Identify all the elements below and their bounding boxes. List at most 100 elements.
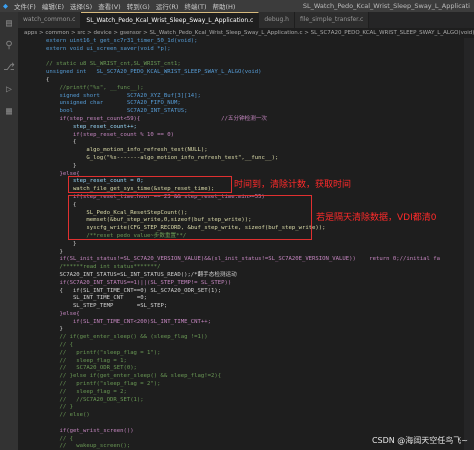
code-line: // }else if(get_enter_sleep() && sleep_f… <box>46 373 222 380</box>
menu-edit[interactable]: 编辑(E) <box>39 1 67 11</box>
menu-run[interactable]: 运行(R) <box>153 1 182 11</box>
code-editor[interactable]: extern uint16_t get_sc7r31_timer_50_1d(v… <box>18 38 464 450</box>
gutter-marker <box>18 389 44 397</box>
gutter-marker <box>18 381 44 389</box>
line-gutter <box>18 38 44 450</box>
code-line: extern uint16_t get_sc7r31_timer_50_1d(v… <box>46 38 198 44</box>
code-line: // SC7A20_ODR_SET(0); <box>46 365 137 372</box>
gutter-marker <box>18 69 44 77</box>
gutter-marker <box>18 443 44 450</box>
gutter-marker <box>18 303 44 311</box>
window-title: SL_Watch_Pedo_Kcal_Wrist_Sleep_Sway_L_Ap… <box>302 2 470 10</box>
gutter-marker <box>18 256 44 264</box>
code-line: // sleep_flag = 1; <box>46 357 127 364</box>
gutter-marker <box>18 326 44 334</box>
search-icon[interactable]: ⚲ <box>0 34 18 56</box>
gutter-marker <box>18 358 44 366</box>
menu-selection[interactable]: 选择(S) <box>67 1 95 11</box>
menu-terminal[interactable]: 终端(T) <box>181 1 209 11</box>
gutter-marker <box>18 264 44 272</box>
gutter-marker <box>18 373 44 381</box>
vscode-logo-icon: ◆ <box>3 2 8 10</box>
tab-application[interactable]: SL_Watch_Pedo_Kcal_Wrist_Sleep_Sway_L_Ap… <box>81 12 260 28</box>
menu-goto[interactable]: 转到(G) <box>124 1 153 11</box>
code-line: // static u8 SL_WRIST_cnt,SL_WRIST_cnt1; <box>46 61 181 68</box>
gutter-marker <box>18 186 44 194</box>
minimap[interactable] <box>464 38 474 450</box>
code-line: if(step_reset_count % 10 == 0) <box>46 131 174 138</box>
annotation-time-reset: 时间到，清除计数，获取时间 <box>234 180 352 190</box>
code-line: // else() <box>46 412 90 419</box>
code-line: { <box>46 76 50 83</box>
explorer-icon[interactable]: ▤ <box>0 12 18 34</box>
gutter-marker <box>18 93 44 101</box>
gutter-marker <box>18 397 44 405</box>
menu-file[interactable]: 文件(F) <box>11 1 39 11</box>
title-bar: ◆ 文件(F) 编辑(E) 选择(S) 查看(V) 转到(G) 运行(R) 终端… <box>0 0 474 12</box>
highlight-box-day-reset <box>68 195 312 240</box>
code-line: if(step_reset_count<59){ //五分钟检测一次 <box>46 115 268 122</box>
code-line: // printf("sleep_flag = 1"); <box>46 349 161 356</box>
code-line: SL_INT_TIME_CNT =0; <box>46 295 148 302</box>
code-line: // { <box>46 342 73 349</box>
tab-debug-h[interactable]: debug.h <box>259 12 295 28</box>
code-line: // sleep_flag = 2; <box>46 388 127 395</box>
gutter-marker <box>18 85 44 93</box>
gutter-marker <box>18 202 44 210</box>
gutter-marker <box>18 178 44 186</box>
code-line: // printf("sleep_flag = 2"); <box>46 381 161 388</box>
gutter-marker <box>18 280 44 288</box>
gutter-marker <box>18 124 44 132</box>
code-line: } <box>46 162 77 169</box>
gutter-marker <box>18 334 44 342</box>
editor-tabs: watch_common.c SL_Watch_Pedo_Kcal_Wrist_… <box>18 12 474 28</box>
tab-watch-common[interactable]: watch_common.c <box>18 12 82 28</box>
gutter-marker <box>18 77 44 85</box>
breadcrumb[interactable]: apps > common > src > device > gsensor >… <box>18 28 474 38</box>
gutter-marker <box>18 428 44 436</box>
code-line: unsigned char SC7A20_FIFO_NUM; <box>46 100 181 107</box>
gutter-marker <box>18 436 44 444</box>
gutter-marker <box>18 288 44 296</box>
source-control-icon[interactable]: ⎇ <box>0 56 18 78</box>
gutter-marker <box>18 210 44 218</box>
code-line: { if(SL_INT_TIME_CNT==0) SL_SC7A20_ODR_S… <box>46 287 222 294</box>
code-content: extern uint16_t get_sc7r31_timer_50_1d(v… <box>46 38 464 450</box>
code-line: { <box>46 139 77 146</box>
code-line: //printf("%s", __func__); <box>46 84 144 91</box>
activity-bar: ▤ ⚲ ⎇ ▷ ▦ <box>0 12 18 450</box>
gutter-marker <box>18 342 44 350</box>
gutter-marker <box>18 116 44 124</box>
gutter-marker <box>18 139 44 147</box>
code-line: // if(get_enter_sleep() && (sleep_flag !… <box>46 334 208 341</box>
annotation-day-reset: 若是隔天清除数据，VDI都清0 <box>316 213 437 223</box>
gutter-marker <box>18 233 44 241</box>
gutter-marker <box>18 108 44 116</box>
code-line: } <box>46 248 63 255</box>
menu-view[interactable]: 查看(V) <box>95 1 124 11</box>
code-line: } <box>46 240 77 247</box>
gutter-marker <box>18 132 44 140</box>
menu-help[interactable]: 帮助(H) <box>209 1 238 11</box>
gutter-marker <box>18 147 44 155</box>
gutter-marker <box>18 272 44 280</box>
gutter-marker <box>18 38 44 46</box>
code-line: G_log("%s-------algo_motion_info_refresh… <box>46 154 279 161</box>
code-line: signed short SC7A20_XYZ_Buf[3][14]; <box>46 92 201 99</box>
code-line: extern void ui_screen_saver(void *p); <box>46 45 171 52</box>
gutter-marker <box>18 295 44 303</box>
code-line: /******read int status*******/ <box>46 264 161 271</box>
code-line: bool SC7A20_INT_STATUS; <box>46 108 188 115</box>
extensions-icon[interactable]: ▦ <box>0 100 18 122</box>
code-line: SC7A20_INT_STATUS=SL_INT_STATUS_READ();/… <box>46 271 237 278</box>
tab-file-simple-transfer[interactable]: file_simple_transfer.c <box>294 12 370 28</box>
code-line: SL_STEP_TEMP =SL_STEP; <box>46 303 168 310</box>
code-line: // //SC7A20_ODR_SET(1); <box>46 396 144 403</box>
run-debug-icon[interactable]: ▷ <box>0 78 18 100</box>
code-line: step_reset_count++; <box>46 123 137 130</box>
code-line: if(SL_init_status!=SL_SC7A20_VERSION_VAL… <box>46 256 441 263</box>
gutter-marker <box>18 46 44 54</box>
gutter-marker <box>18 155 44 163</box>
